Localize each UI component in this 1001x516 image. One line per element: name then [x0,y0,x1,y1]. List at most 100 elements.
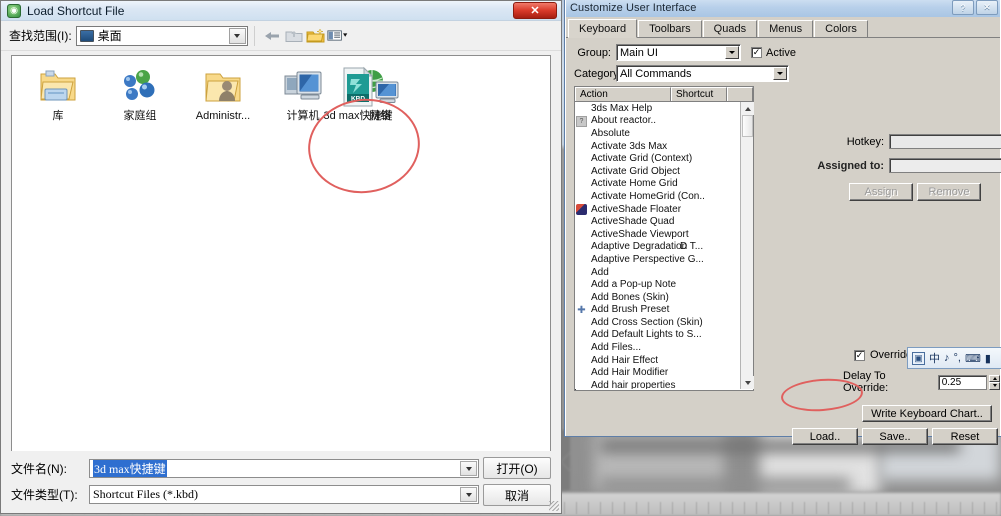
action-list-item[interactable]: ✚ Add Brush Preset [575,304,753,317]
file-item-library[interactable]: 库 [22,66,94,123]
action-list-item[interactable]: ActiveShade Viewport [575,228,753,241]
ime-toolbox-icon[interactable]: ▮ [985,352,991,365]
action-list-item[interactable]: Adaptive Degradation T... D [575,241,753,254]
action-list[interactable]: 3ds Max Help? About reactor.. Absolute Acti… [575,102,753,389]
resize-grip[interactable] [549,501,559,511]
brush-icon: ✚ [577,304,586,316]
open-button[interactable]: 打开(O) [483,457,551,479]
action-list-item[interactable]: Adaptive Perspective G... [575,253,753,266]
action-name: ActiveShade Floater [591,203,682,215]
ime-keyboard-icon[interactable]: ⌨ [965,352,981,365]
action-list-item[interactable]: Activate Grid Object [575,165,753,178]
hotkey-input[interactable] [889,134,1001,149]
chevron-down-icon[interactable] [725,46,739,59]
file-item-homegroup[interactable]: 家庭组 [104,66,176,123]
tab-toolbars[interactable]: Toolbars [638,20,702,37]
reset-button[interactable]: Reset [932,428,998,445]
views-icon[interactable] [327,25,349,47]
filename-label: 文件名(N): [11,462,67,476]
column-header-action[interactable]: Action [575,87,671,101]
action-list-item[interactable]: ? About reactor.. [575,115,753,128]
tab-menus[interactable]: Menus [758,20,814,37]
remove-button[interactable]: Remove [917,183,981,201]
action-list-item[interactable]: Add Hair Effect [575,354,753,367]
filename-row: 文件名(N): 3d max快捷键 [11,459,479,478]
action-list-item[interactable]: 3ds Max Help [575,102,753,115]
ime-mode-chinese-icon[interactable]: 中 [929,350,940,366]
action-name: About reactor.. [591,115,657,127]
action-list-item[interactable]: Add Default Lights to S... [575,329,753,342]
column-header-shortcut[interactable]: Shortcut [671,87,727,101]
file-list-area[interactable]: 库 家庭组 Administr... 计算机 网络 KBD 3d max快捷键 [11,55,551,452]
save-button[interactable]: Save.. [862,428,928,445]
scroll-up-icon[interactable] [741,102,754,115]
tab-colors[interactable]: Colors [814,20,868,37]
action-list-item[interactable]: Activate Home Grid [575,178,753,191]
category-combobox[interactable]: All Commands [616,65,789,82]
action-name: Add hair properties [591,379,676,389]
load-button[interactable]: Load.. [792,428,858,445]
file-item-administrator[interactable]: Administr... [180,66,266,123]
tab-quads[interactable]: Quads [702,20,758,37]
ime-moon-icon[interactable]: ♪ [944,352,950,364]
action-list-panel: Action Shortcut 3ds Max Help? About react… [574,86,754,391]
ime-punctuation-icon[interactable]: °, [954,352,961,364]
spinner-down-icon[interactable] [989,382,1000,390]
filetype-combobox[interactable]: Shortcut Files (*.kbd) [89,485,479,504]
chevron-down-icon[interactable] [773,67,787,80]
action-list-item[interactable]: Absolute [575,127,753,140]
write-keyboard-chart-button[interactable]: Write Keyboard Chart.. [862,405,992,422]
user-folder-icon [180,66,266,108]
assign-button[interactable]: Assign [849,183,913,201]
assigned-to-label: Assigned to: [817,159,884,172]
homegroup-icon [104,66,176,108]
action-name: Add Bones (Skin) [591,291,669,303]
ime-language-bar[interactable]: ▣ 中 ♪ °, ⌨ ▮ [907,347,1001,369]
tab-keyboard[interactable]: Keyboard [568,19,638,38]
action-list-scrollbar[interactable] [740,102,754,389]
action-list-item[interactable]: Add Hair Modifier [575,366,753,379]
close-icon[interactable]: ✕ [513,2,557,19]
action-list-item[interactable]: ActiveShade Floater [575,203,753,216]
look-in-combobox[interactable]: 桌面 [75,25,248,46]
file-item-label: 3d max快捷键 [323,110,393,122]
up-folder-icon[interactable] [283,25,305,47]
back-arrow-icon[interactable] [261,25,283,47]
action-list-header: Action Shortcut [575,87,753,102]
action-list-item[interactable]: Activate 3ds Max [575,140,753,153]
chevron-down-icon[interactable] [460,487,477,502]
ime-logo-icon[interactable]: ▣ [912,351,925,365]
scrollbar-thumb[interactable] [742,115,753,137]
action-list-item[interactable]: Add Files... [575,341,753,354]
help-button[interactable]: ? [952,0,974,15]
category-value: All Commands [620,67,692,80]
delay-spinner[interactable] [989,374,1000,390]
group-combobox[interactable]: Main UI [616,44,741,61]
file-item-kbd-shortcut[interactable]: KBD 3d max快捷键 [322,66,394,122]
action-list-item[interactable]: Add hair properties [575,379,753,389]
active-checkbox[interactable]: ✓ [751,47,762,58]
assigned-to-field [889,158,1001,173]
spinner-up-icon[interactable] [989,374,1000,382]
action-list-item[interactable]: Add Cross Section (Skin) [575,316,753,329]
close-button[interactable]: ✕ [976,0,998,15]
action-list-item[interactable]: Add [575,266,753,279]
max-app-icon: ◉ [7,3,21,18]
action-list-item[interactable]: Add Bones (Skin) [575,291,753,304]
chevron-down-icon[interactable] [228,27,246,44]
action-list-item[interactable]: Activate Grid (Context) [575,152,753,165]
cancel-button[interactable]: 取消 [483,484,551,506]
delay-to-override-input[interactable]: 0.25 [937,374,988,390]
group-label: Group: [577,46,611,59]
new-folder-icon[interactable] [305,25,327,47]
overrides-active-checkbox[interactable]: ✓ [854,349,865,361]
filename-input[interactable]: 3d max快捷键 [89,459,479,478]
action-list-item[interactable]: Activate HomeGrid (Con.. [575,190,753,203]
action-name: Add a Pop-up Note [591,279,677,291]
scroll-down-icon[interactable] [741,376,754,389]
dialog-bottom-bar: 文件名(N): 3d max快捷键 文件类型(T): Shortcut File… [1,451,561,513]
action-list-item[interactable]: ActiveShade Quad [575,215,753,228]
action-name: Add Default Lights to S... [591,329,702,341]
chevron-down-icon[interactable] [460,461,477,476]
action-list-item[interactable]: Add a Pop-up Note [575,278,753,291]
